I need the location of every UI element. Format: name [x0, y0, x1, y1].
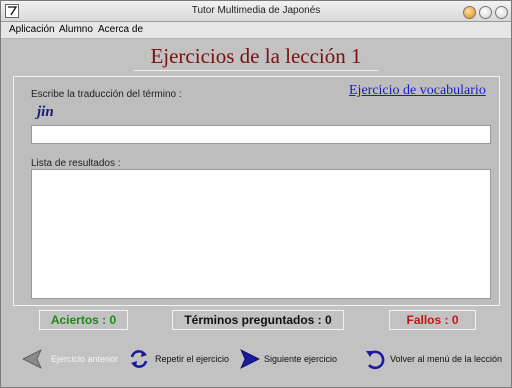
menu-alumno[interactable]: Alumno — [59, 24, 93, 35]
previous-exercise-label: Ejercicio anterior — [51, 354, 119, 364]
prompt-label: Escribe la traducción del término : — [31, 89, 182, 100]
arrow-right-icon — [240, 349, 260, 369]
next-exercise-label: Siguiente ejercicio — [264, 354, 338, 364]
menu-aplicacion[interactable]: Aplicación — [9, 24, 55, 35]
page-title: Ejercicios de la lección 1 — [150, 44, 362, 68]
back-to-lesson-menu-button[interactable]: Volver al menú de la lección — [363, 347, 503, 371]
repeat-icon — [130, 350, 148, 368]
main-window: Tutor Multimedia de Japonés Aplicación A… — [0, 0, 512, 388]
title-divider — [134, 70, 378, 71]
results-label: Lista de resultados : — [31, 158, 121, 169]
vocabulary-exercise-link[interactable]: Ejercicio de vocabulario — [349, 83, 486, 99]
title-bar[interactable]: Tutor Multimedia de Japonés — [1, 1, 511, 22]
back-to-lesson-menu-label: Volver al menú de la lección — [390, 354, 503, 364]
close-button[interactable] — [495, 6, 508, 19]
results-list[interactable] — [31, 169, 491, 299]
asked-count: Términos preguntados : 0 — [172, 310, 344, 330]
answer-input[interactable] — [31, 125, 491, 144]
repeat-exercise-button[interactable]: Repetir el ejercicio — [127, 347, 230, 371]
menu-bar: Aplicación Alumno Acerca de — [1, 22, 511, 39]
window-title: Tutor Multimedia de Japonés — [191, 5, 321, 16]
return-icon — [366, 350, 385, 370]
menu-acerca-de[interactable]: Acerca de — [98, 24, 143, 35]
term-to-translate: jin — [37, 104, 54, 120]
maximize-button[interactable] — [479, 6, 492, 19]
wrong-count: Fallos : 0 — [389, 310, 476, 330]
next-exercise-button[interactable]: Siguiente ejercicio — [237, 347, 339, 371]
correct-count: Aciertos : 0 — [39, 310, 128, 330]
repeat-exercise-label: Repetir el ejercicio — [155, 354, 230, 364]
previous-exercise-button[interactable]: Ejercicio anterior — [21, 347, 119, 371]
minimize-button[interactable] — [463, 6, 476, 19]
arrow-left-icon — [22, 349, 42, 369]
